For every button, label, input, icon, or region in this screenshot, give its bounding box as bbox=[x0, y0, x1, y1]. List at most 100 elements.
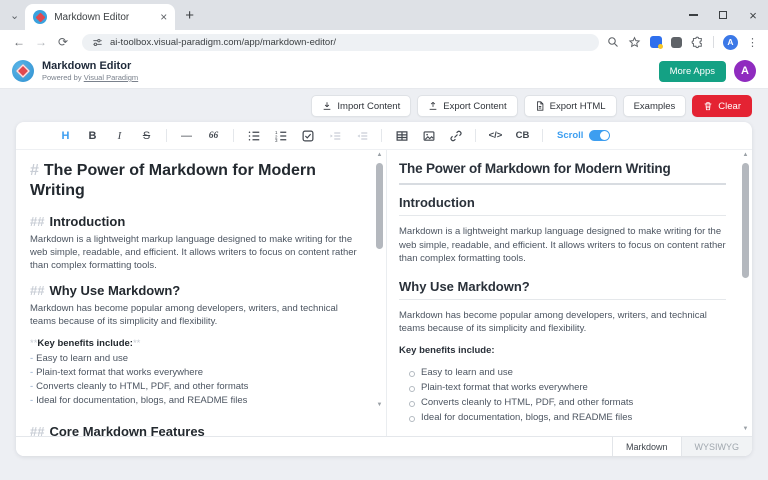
md-list-item: -Plain-text format that works everywhere bbox=[30, 366, 360, 380]
window-maximize-button[interactable] bbox=[708, 0, 738, 30]
scrollbar-thumb[interactable] bbox=[376, 163, 383, 249]
powered-by: Powered by Visual Paradigm bbox=[42, 73, 138, 82]
scroll-down-icon[interactable]: ▼ bbox=[740, 426, 751, 432]
browser-menu-icon[interactable]: ⋮ bbox=[747, 36, 758, 49]
zoom-icon[interactable] bbox=[607, 36, 619, 48]
dash-token: - bbox=[30, 381, 33, 392]
tab-wysiwyg[interactable]: WYSIWYG bbox=[681, 437, 753, 456]
md-list-text: Easy to learn and use bbox=[36, 353, 128, 364]
visual-paradigm-logo-icon bbox=[12, 60, 34, 82]
reload-icon[interactable]: ⟳ bbox=[52, 35, 74, 49]
back-icon[interactable]: ← bbox=[8, 35, 30, 49]
md-paragraph: Markdown has become popular among develo… bbox=[30, 302, 360, 328]
md-list-text: Ideal for documentation, blogs, and READ… bbox=[36, 395, 247, 406]
browser-profile-avatar[interactable]: A bbox=[723, 35, 738, 50]
h2-token: ## bbox=[30, 283, 44, 298]
scroll-sync-toggle[interactable]: Scroll bbox=[557, 130, 610, 141]
indent-icon[interactable] bbox=[321, 130, 348, 142]
task-list-icon[interactable] bbox=[294, 130, 321, 142]
browser-tab[interactable]: Markdown Editor × bbox=[25, 4, 175, 30]
scroll-sync-label: Scroll bbox=[557, 130, 583, 141]
url-bar[interactable]: ai-toolbox.visual-paradigm.com/app/markd… bbox=[82, 34, 599, 51]
export-html-button[interactable]: Export HTML bbox=[524, 95, 617, 117]
export-content-button[interactable]: Export Content bbox=[417, 95, 517, 117]
divider bbox=[233, 129, 234, 142]
divider bbox=[542, 129, 543, 142]
md-list-item: -Ideal for documentation, blogs, and REA… bbox=[30, 394, 360, 408]
extension-icon[interactable] bbox=[650, 36, 662, 48]
import-content-button[interactable]: Import Content bbox=[311, 95, 411, 117]
md-list-item: -Converts cleanly to HTML, PDF, and othe… bbox=[30, 380, 360, 394]
h1-token: # bbox=[30, 162, 39, 179]
code-block-icon[interactable]: CB bbox=[509, 130, 536, 141]
markdown-source-content[interactable]: #The Power of Markdown for Modern Writin… bbox=[16, 150, 386, 436]
download-icon bbox=[322, 101, 332, 111]
editor-panes: # The Power of Markdown for Modern Writin… bbox=[16, 150, 752, 437]
toggle-on-icon[interactable] bbox=[589, 130, 610, 141]
link-icon[interactable] bbox=[442, 130, 469, 142]
extensions-puzzle-icon[interactable] bbox=[691, 36, 704, 49]
blockquote-icon[interactable]: 66 bbox=[200, 131, 227, 141]
button-label: Clear bbox=[718, 101, 741, 112]
preview-bold-paragraph: Key benefits include: bbox=[399, 344, 726, 358]
button-label: Import Content bbox=[337, 101, 400, 112]
tab-search-chevron-icon[interactable]: ⌄ bbox=[10, 9, 19, 22]
more-apps-button[interactable]: More Apps bbox=[659, 61, 726, 82]
scrollbar-thumb[interactable] bbox=[742, 163, 749, 278]
tab-markdown[interactable]: Markdown bbox=[612, 437, 681, 456]
md-list-item: -Easy to learn and use bbox=[30, 352, 360, 366]
site-info-icon[interactable] bbox=[92, 37, 103, 48]
heading-icon[interactable]: H bbox=[52, 130, 79, 142]
md-h2-text: Why Use Markdown? bbox=[49, 283, 180, 298]
md-list-text: Plain-text format that works everywhere bbox=[36, 367, 203, 378]
svg-text:3: 3 bbox=[275, 138, 278, 142]
browser-tabstrip: ⌄ Markdown Editor × + × bbox=[0, 0, 768, 30]
scroll-up-icon[interactable]: ▲ bbox=[374, 152, 385, 158]
scroll-up-icon[interactable]: ▲ bbox=[740, 152, 751, 158]
extension-icon[interactable] bbox=[671, 37, 682, 48]
table-icon[interactable] bbox=[388, 130, 415, 142]
list-item: Plain-text format that works everywhere bbox=[407, 380, 726, 395]
tab-close-icon[interactable]: × bbox=[160, 11, 167, 23]
examples-button[interactable]: Examples bbox=[623, 95, 687, 117]
source-scrollbar[interactable]: ▲ ▼ bbox=[374, 152, 385, 408]
inline-code-icon[interactable]: </> bbox=[482, 130, 509, 141]
window-minimize-button[interactable] bbox=[678, 0, 708, 30]
scroll-down-icon[interactable]: ▼ bbox=[374, 402, 385, 408]
image-icon[interactable] bbox=[415, 130, 442, 142]
dash-token: - bbox=[30, 353, 33, 364]
bold-token: ** bbox=[133, 338, 140, 349]
user-avatar[interactable]: A bbox=[734, 60, 756, 82]
clear-button[interactable]: Clear bbox=[692, 95, 752, 117]
preview-scrollbar[interactable]: ▲ ▼ bbox=[740, 152, 751, 432]
strikethrough-icon[interactable]: S bbox=[133, 130, 160, 142]
navbar-right: A ⋮ bbox=[607, 35, 760, 50]
preview-content: The Power of Markdown for Modern Writing… bbox=[387, 150, 752, 436]
forward-icon[interactable]: → bbox=[30, 35, 52, 49]
favicon-diamond-icon bbox=[35, 12, 45, 22]
bookmark-star-icon[interactable] bbox=[628, 36, 641, 49]
md-h2-text: Introduction bbox=[49, 214, 125, 229]
ordered-list-icon[interactable]: 123 bbox=[267, 130, 294, 142]
divider bbox=[713, 36, 714, 48]
horizontal-rule-icon[interactable]: — bbox=[173, 130, 200, 142]
outdent-icon[interactable] bbox=[348, 130, 375, 142]
dash-token: - bbox=[30, 395, 33, 406]
list-item: Easy to learn and use bbox=[407, 365, 726, 380]
md-bold-line: **Key benefits include:** bbox=[30, 337, 360, 350]
window-close-button[interactable]: × bbox=[738, 0, 768, 30]
md-h2-text: Core Markdown Features bbox=[49, 424, 204, 436]
url-text[interactable]: ai-toolbox.visual-paradigm.com/app/markd… bbox=[110, 37, 336, 48]
visual-paradigm-link[interactable]: Visual Paradigm bbox=[84, 73, 138, 82]
md-heading2-line: ## Core Markdown Features bbox=[30, 424, 360, 436]
italic-icon[interactable]: I bbox=[106, 130, 133, 142]
editor-card: H B I S — 66 123 bbox=[16, 122, 752, 456]
site-favicon-icon bbox=[33, 10, 47, 24]
new-tab-button[interactable]: + bbox=[185, 8, 194, 23]
markdown-source-pane[interactable]: #The Power of Markdown for Modern Writin… bbox=[16, 150, 387, 436]
preview-h1: The Power of Markdown for Modern Writing bbox=[399, 161, 726, 185]
upload-icon bbox=[428, 101, 438, 111]
unordered-list-icon[interactable] bbox=[240, 130, 267, 142]
h2-token: ## bbox=[30, 424, 44, 436]
bold-icon[interactable]: B bbox=[79, 130, 106, 142]
